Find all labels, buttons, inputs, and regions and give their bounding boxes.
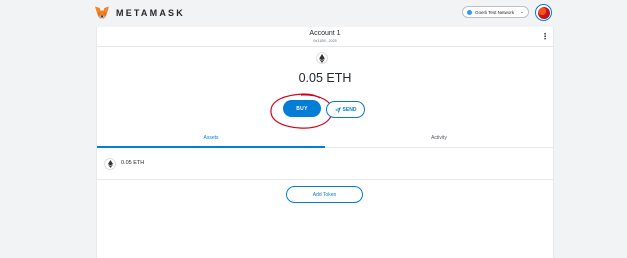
metamask-fox-icon [95, 6, 109, 19]
account-name[interactable]: Account 1 [97, 30, 553, 37]
asset-list-item[interactable]: 0.05 ETH [97, 150, 553, 180]
account-avatar[interactable] [535, 4, 552, 21]
add-token-button[interactable]: Add Token [286, 186, 363, 203]
buy-button[interactable]: BUY [283, 100, 321, 117]
network-selector[interactable]: Goerli Test Network ⌄ [462, 6, 529, 18]
network-status-dot [467, 9, 472, 15]
account-address[interactable]: 0x31B9...2025 [97, 39, 553, 43]
kebab-menu-icon[interactable]: ⋮ [541, 32, 549, 42]
chevron-down-icon: ⌄ [519, 9, 524, 15]
wallet-main-card: Account 1 0x31B9...2025 ⋮ 0.05 ETH BUY S… [96, 27, 554, 258]
network-label: Goerli Test Network [475, 9, 515, 15]
asset-amount: 0.05 ETH [121, 160, 145, 166]
account-header: Account 1 0x31B9...2025 ⋮ [97, 27, 553, 47]
account-identicon [537, 6, 550, 19]
paper-plane-icon [334, 106, 341, 113]
balance-amount: 0.05 ETH [298, 71, 352, 85]
metamask-logo[interactable]: METAMASK [94, 5, 185, 21]
send-label: SEND [342, 106, 357, 113]
tab-assets[interactable]: Assets [97, 129, 325, 148]
wallet-tabs: Assets Activity [97, 129, 553, 148]
brand-wordmark: METAMASK [116, 8, 185, 18]
tab-activity[interactable]: Activity [325, 129, 553, 148]
eth-icon [316, 52, 328, 64]
send-button[interactable]: SEND [326, 101, 365, 118]
eth-icon [104, 158, 116, 170]
